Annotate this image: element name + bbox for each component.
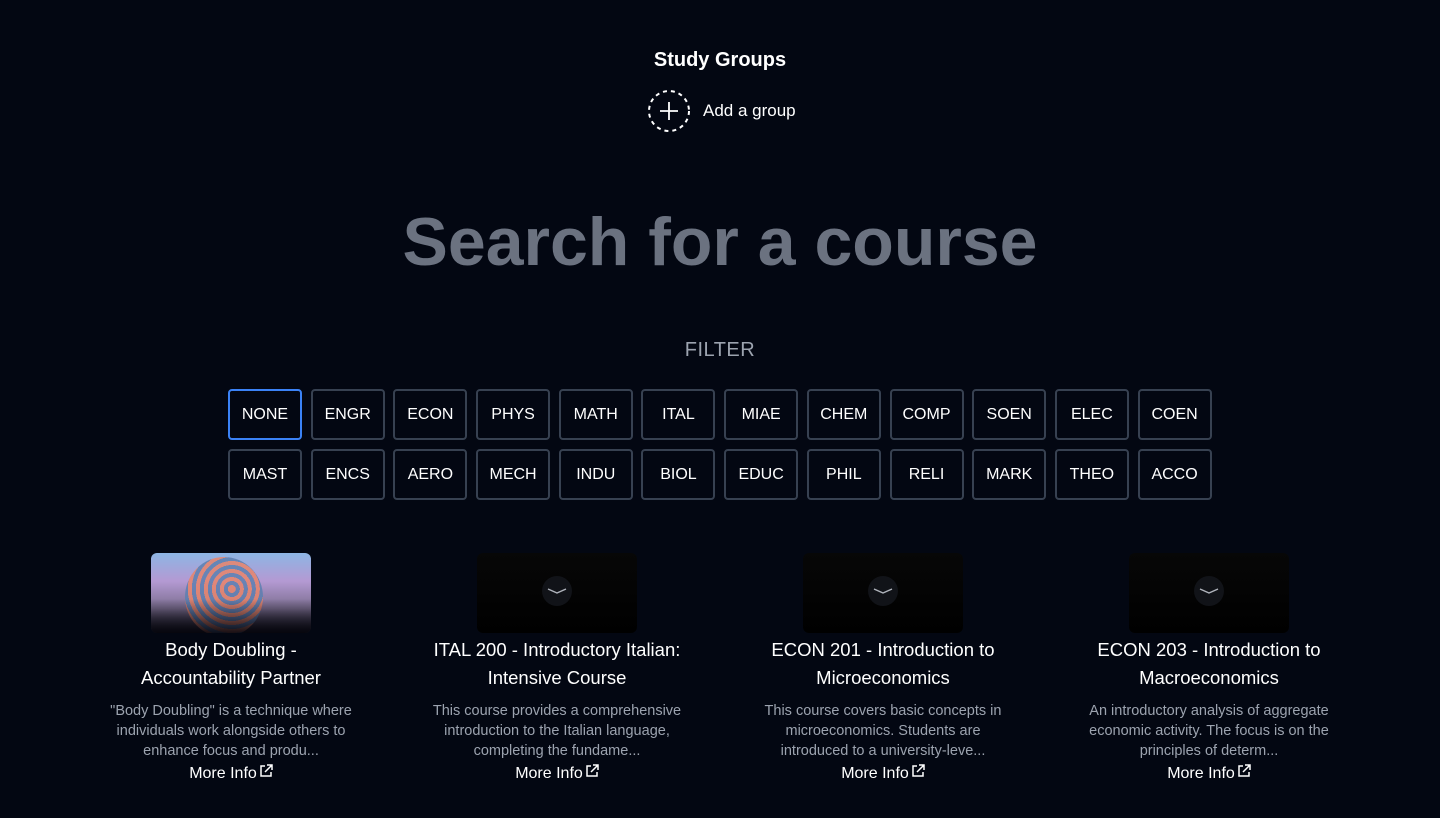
card-title: ECON 203 - Introduction to Macroeconomic…	[1091, 636, 1326, 692]
filter-button-comp[interactable]: COMP	[889, 389, 964, 440]
filter-button-none[interactable]: NONE	[228, 389, 302, 440]
filter-button-soen[interactable]: SOEN	[972, 389, 1047, 440]
filter-button-ital[interactable]: ITAL	[641, 389, 716, 440]
filter-button-chem[interactable]: CHEM	[806, 389, 881, 440]
card-description: An introductory analysis of aggregate ec…	[1089, 703, 1329, 759]
filter-button-econ[interactable]: ECON	[393, 389, 468, 440]
external-link-icon	[909, 763, 925, 785]
filter-button-engr[interactable]: ENGR	[310, 389, 385, 440]
filter-button-grid: NONE ENGR ECON PHYS MATH ITAL MIAE CHEM …	[228, 389, 1212, 500]
card-title-line: Macroeconomics	[1139, 667, 1279, 688]
filter-button-phil[interactable]: PHIL	[806, 449, 881, 500]
card-title: ECON 201 - Introduction to Microeconomic…	[765, 636, 1000, 692]
filter-button-theo[interactable]: THEO	[1054, 449, 1129, 500]
filter-button-reli[interactable]: RELI	[889, 449, 964, 500]
course-card-list: Body Doubling - Accountability Partner "…	[68, 553, 1372, 785]
card-description: This course provides a comprehensive int…	[432, 703, 682, 759]
card-title-line: Microeconomics	[816, 667, 950, 688]
filter-button-miae[interactable]: MIAE	[724, 389, 799, 440]
course-card: ECON 201 - Introduction to Microeconomic…	[720, 553, 1046, 785]
add-group-button[interactable]: Add a group	[647, 89, 796, 133]
card-thumbnail-placeholder	[477, 553, 637, 633]
filter-heading: FILTER	[684, 339, 756, 361]
card-title-line: Body Doubling -	[165, 639, 297, 660]
filter-button-mech[interactable]: MECH	[476, 449, 551, 500]
card-title-line: ECON 201 - Introduction to	[771, 639, 995, 660]
placeholder-chevron-icon	[1194, 575, 1224, 611]
course-search-input[interactable]	[270, 196, 1170, 288]
page-title: Study Groups	[653, 49, 787, 71]
filter-button-educ[interactable]: EDUC	[724, 449, 799, 500]
more-info-link[interactable]: More Info	[1167, 763, 1251, 785]
filter-button-math[interactable]: MATH	[558, 389, 633, 440]
card-title-line: ECON 203 - Introduction to	[1097, 639, 1321, 660]
filter-button-acco[interactable]: ACCO	[1137, 449, 1212, 500]
filter-button-mast[interactable]: MAST	[228, 449, 302, 500]
course-card: ITAL 200 - Introductory Italian: Intensi…	[394, 553, 720, 785]
course-card: ECON 203 - Introduction to Macroeconomic…	[1046, 553, 1372, 785]
card-title: Body Doubling - Accountability Partner	[135, 636, 327, 692]
card-description: "Body Doubling" is a technique where ind…	[110, 703, 352, 759]
more-info-label: More Info	[189, 765, 257, 782]
card-thumbnail-placeholder	[1129, 553, 1289, 633]
placeholder-chevron-icon	[868, 575, 898, 611]
filter-button-aero[interactable]: AERO	[393, 449, 468, 500]
page: Study Groups Add a group FILTER NONE ENG…	[0, 0, 1440, 818]
filter-button-coen[interactable]: COEN	[1137, 389, 1212, 440]
card-title-line: Intensive Course	[487, 667, 627, 688]
plus-circle-dashed-icon	[647, 89, 691, 133]
more-info-link[interactable]: More Info	[189, 763, 273, 785]
external-link-icon	[1235, 763, 1251, 785]
more-info-label: More Info	[515, 765, 583, 782]
card-title: ITAL 200 - Introductory Italian: Intensi…	[428, 636, 687, 692]
add-group-label: Add a group	[703, 101, 796, 120]
filter-button-encs[interactable]: ENCS	[310, 449, 385, 500]
more-info-link[interactable]: More Info	[841, 763, 925, 785]
card-description: This course covers basic concepts in mic…	[764, 703, 1002, 759]
card-thumbnail-image	[151, 553, 311, 633]
more-info-label: More Info	[1167, 765, 1235, 782]
external-link-icon	[583, 763, 599, 785]
external-link-icon	[257, 763, 273, 785]
card-title-line: ITAL 200 - Introductory Italian:	[433, 639, 681, 660]
filter-button-indu[interactable]: INDU	[558, 449, 633, 500]
placeholder-chevron-icon	[542, 575, 572, 611]
more-info-label: More Info	[841, 765, 909, 782]
card-title-line: Accountability Partner	[141, 667, 321, 688]
filter-button-biol[interactable]: BIOL	[641, 449, 716, 500]
more-info-link[interactable]: More Info	[515, 763, 599, 785]
card-thumbnail-placeholder	[803, 553, 963, 633]
course-card: Body Doubling - Accountability Partner "…	[68, 553, 394, 785]
filter-button-elec[interactable]: ELEC	[1054, 389, 1129, 440]
filter-button-phys[interactable]: PHYS	[476, 389, 551, 440]
filter-button-mark[interactable]: MARK	[972, 449, 1047, 500]
